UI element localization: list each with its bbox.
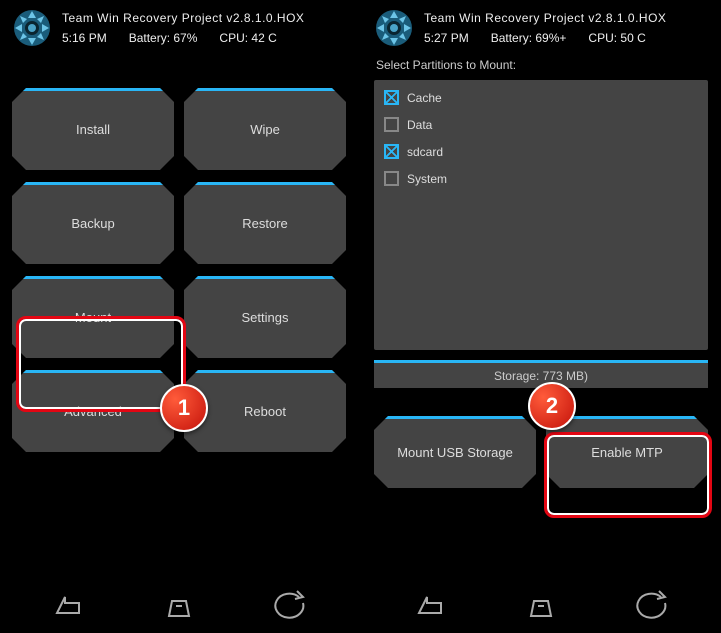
storage-button[interactable]: Storage: 773 MB): [374, 360, 708, 388]
header: Team Win Recovery Project v2.8.1.0.HOX 5…: [12, 8, 346, 48]
settings-button[interactable]: Settings: [184, 276, 346, 358]
android-navbar: [362, 579, 720, 633]
right-phone-screen: Team Win Recovery Project v2.8.1.0.HOX 5…: [362, 0, 720, 633]
checkbox-icon: [384, 90, 399, 105]
advanced-button[interactable]: Advanced: [12, 370, 174, 452]
time: 5:27 PM: [424, 31, 469, 45]
battery: Battery: 67%: [129, 31, 198, 45]
home-icon[interactable]: [524, 589, 558, 623]
cpu: CPU: 42 C: [219, 31, 276, 45]
partition-cache[interactable]: Cache: [374, 84, 708, 111]
install-button[interactable]: Install: [12, 88, 174, 170]
checkbox-icon: [384, 171, 399, 186]
app-title: Team Win Recovery Project v2.8.1.0.HOX: [62, 11, 346, 25]
checkbox-icon: [384, 117, 399, 132]
mount-button[interactable]: Mount: [12, 276, 174, 358]
app-title: Team Win Recovery Project v2.8.1.0.HOX: [424, 11, 708, 25]
partition-data[interactable]: Data: [374, 111, 708, 138]
back-icon[interactable]: [413, 589, 447, 623]
partition-sdcard[interactable]: sdcard: [374, 138, 708, 165]
back-icon[interactable]: [51, 589, 85, 623]
reboot-button[interactable]: Reboot: [184, 370, 346, 452]
left-phone-screen: Team Win Recovery Project v2.8.1.0.HOX 5…: [0, 0, 358, 633]
battery: Battery: 69%+: [491, 31, 567, 45]
enable-mtp-button[interactable]: Enable MTP: [546, 416, 708, 488]
twrp-logo-icon: [12, 8, 52, 48]
time: 5:16 PM: [62, 31, 107, 45]
header: Team Win Recovery Project v2.8.1.0.HOX 5…: [374, 8, 708, 48]
android-navbar: [0, 579, 358, 633]
backup-button[interactable]: Backup: [12, 182, 174, 264]
partition-system[interactable]: System: [374, 165, 708, 192]
subtitle: Select Partitions to Mount:: [376, 58, 708, 72]
recent-icon[interactable]: [635, 589, 669, 623]
mount-usb-button[interactable]: Mount USB Storage: [374, 416, 536, 488]
twrp-logo-icon: [374, 8, 414, 48]
restore-button[interactable]: Restore: [184, 182, 346, 264]
cpu: CPU: 50 C: [588, 31, 645, 45]
recent-icon[interactable]: [273, 589, 307, 623]
checkbox-icon: [384, 144, 399, 159]
wipe-button[interactable]: Wipe: [184, 88, 346, 170]
main-menu: Install Wipe Backup Restore Mount Settin…: [12, 88, 346, 452]
partition-list: Cache Data sdcard System: [374, 80, 708, 350]
home-icon[interactable]: [162, 589, 196, 623]
